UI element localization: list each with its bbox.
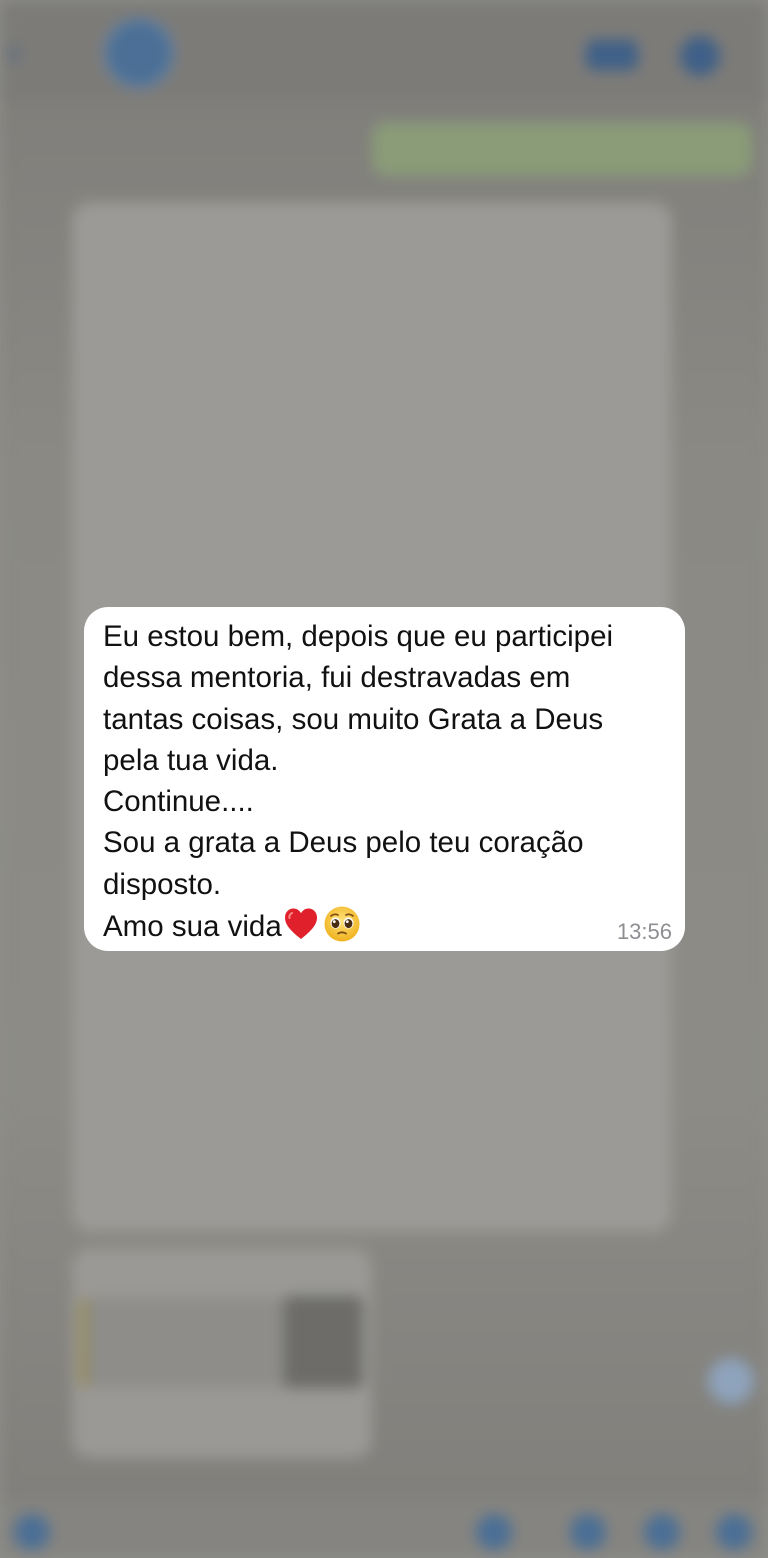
message-line-text: Amo sua vida bbox=[103, 910, 282, 944]
phone-call-icon[interactable] bbox=[680, 36, 720, 76]
message-line: disposto. bbox=[103, 867, 222, 901]
message-line: Sou a grata a Deus pelo teu coração bbox=[103, 826, 584, 860]
message-line: tantas coisas, sou muito Grata a Deus bbox=[103, 702, 604, 736]
sticker-icon[interactable] bbox=[476, 1514, 512, 1550]
pleading-face-icon bbox=[324, 906, 360, 942]
video-call-icon[interactable] bbox=[586, 40, 638, 70]
highlighted-message-bubble: Eu estou bem, depois que eu participei d… bbox=[84, 607, 685, 951]
message-last-line: Amo sua vida bbox=[103, 905, 665, 947]
microphone-icon[interactable] bbox=[716, 1514, 752, 1550]
message-timestamp: 13:56 bbox=[616, 919, 672, 944]
quoted-thumbnail bbox=[284, 1296, 362, 1388]
plus-icon[interactable] bbox=[14, 1514, 50, 1550]
message-line: Continue.... bbox=[103, 785, 254, 819]
message-line: Eu estou bem, depois que eu participei bbox=[103, 620, 614, 653]
scroll-down-button[interactable] bbox=[708, 1358, 754, 1404]
back-chevron-icon[interactable]: ‹ bbox=[8, 30, 68, 80]
avatar[interactable] bbox=[104, 18, 174, 88]
outgoing-message-bubble bbox=[372, 122, 752, 176]
input-bar bbox=[0, 1500, 768, 1558]
camera-icon[interactable] bbox=[644, 1514, 680, 1550]
incoming-reply-bubble bbox=[72, 1248, 372, 1458]
message-line: dessa mentoria, fui destravadas em bbox=[103, 661, 571, 695]
chat-header: ‹ bbox=[0, 0, 768, 100]
heart-icon bbox=[284, 908, 317, 940]
camera-icon[interactable] bbox=[570, 1514, 606, 1550]
message-line: pela tua vida. bbox=[103, 743, 279, 777]
